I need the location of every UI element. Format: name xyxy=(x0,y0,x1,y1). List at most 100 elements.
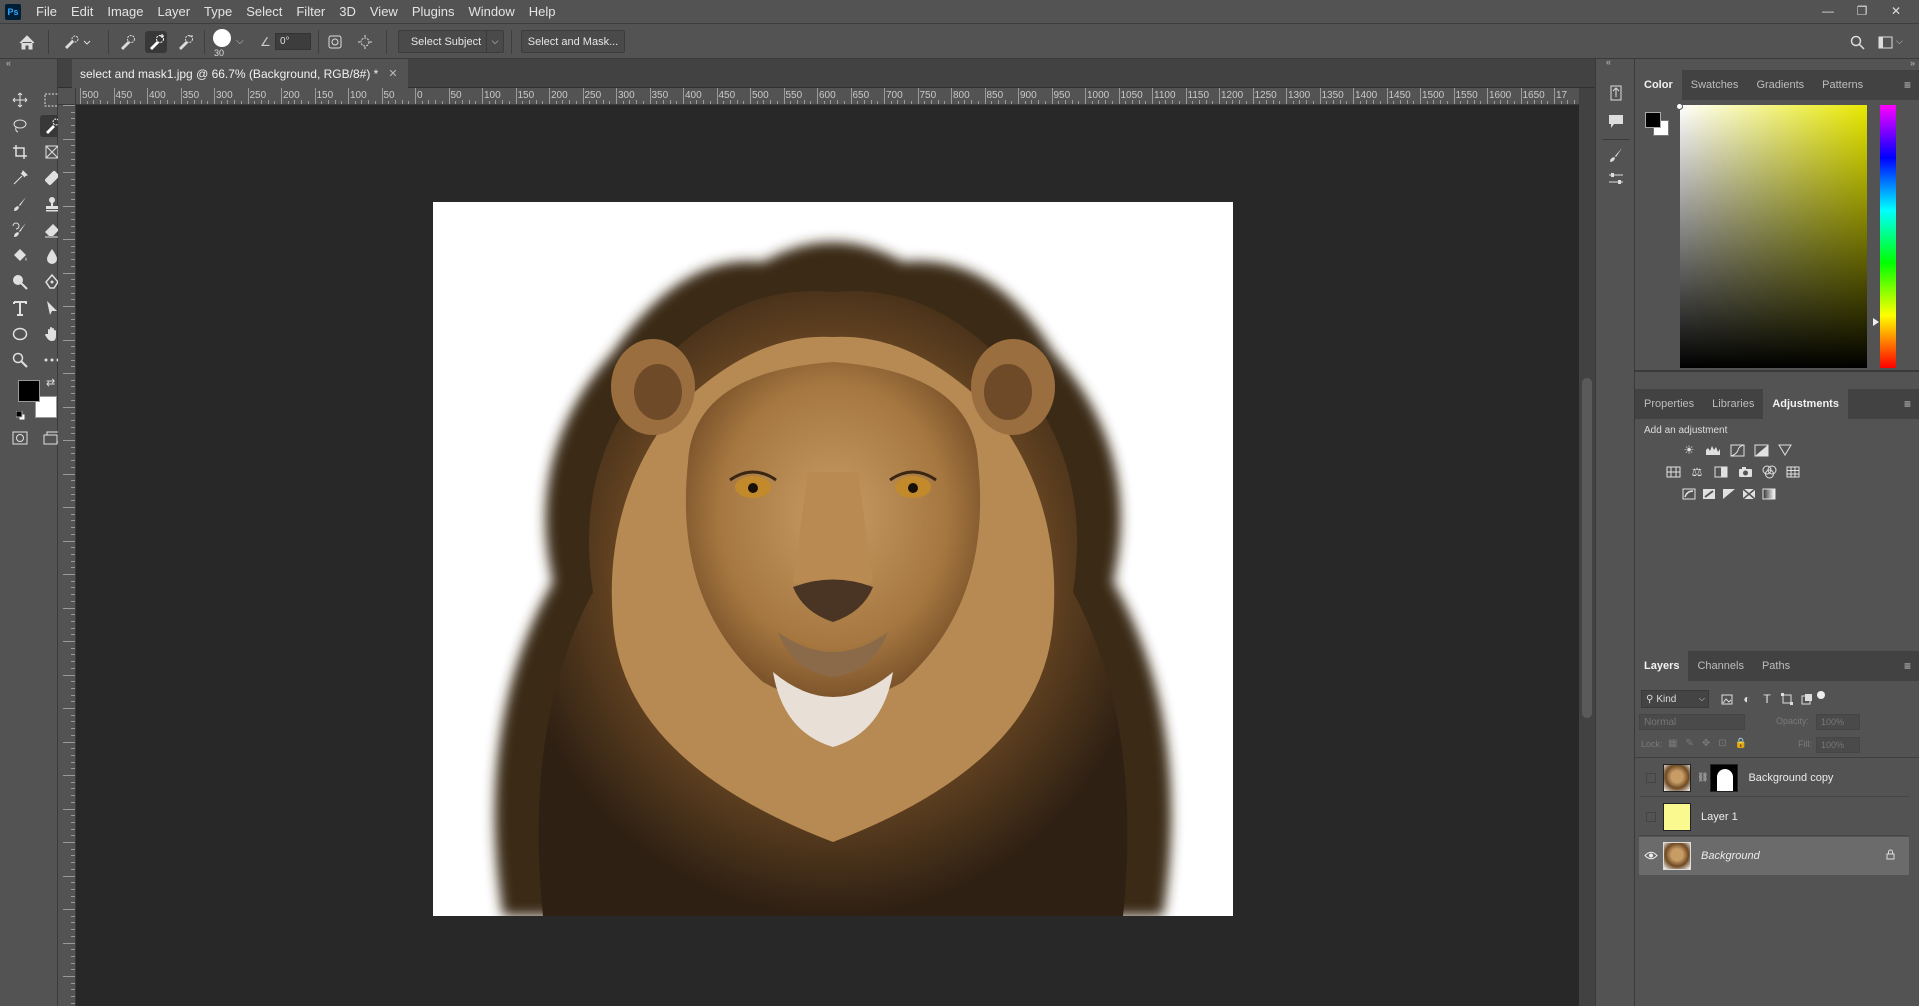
quick-mask-icon[interactable] xyxy=(8,427,32,449)
chevron-down-icon[interactable]: ⌵ xyxy=(1896,36,1903,47)
menu-select[interactable]: Select xyxy=(239,4,289,19)
close-tab-icon[interactable]: ✕ xyxy=(388,67,397,80)
layer-visibility-toggle[interactable] xyxy=(1646,811,1656,822)
filter-pixel-layers-icon[interactable] xyxy=(1718,691,1736,707)
color-picker-handle[interactable] xyxy=(1676,103,1683,110)
menu-image[interactable]: Image xyxy=(100,4,150,19)
filter-shape-layers-icon[interactable] xyxy=(1778,691,1796,707)
collapse-icon[interactable]: « xyxy=(6,58,11,68)
tab-properties[interactable]: Properties xyxy=(1635,389,1703,419)
document-tab[interactable]: select and mask1.jpg @ 66.7% (Background… xyxy=(72,59,408,88)
lock-options-icons[interactable]: ▦✎✥⊡🔒 xyxy=(1668,738,1755,749)
panel-menu-icon[interactable]: ≡ xyxy=(1904,78,1911,92)
home-icon[interactable] xyxy=(18,33,36,51)
brightness-contrast-icon[interactable]: ☀ xyxy=(1680,442,1698,458)
hue-slider[interactable] xyxy=(1880,105,1896,368)
layer-thumbnail[interactable] xyxy=(1663,763,1691,792)
tab-patterns[interactable]: Patterns xyxy=(1813,70,1872,100)
filter-toggle[interactable] xyxy=(1817,691,1825,699)
type-tool-icon[interactable] xyxy=(8,297,32,319)
brush-tool-icon[interactable] xyxy=(8,193,32,215)
brush-size-preview[interactable] xyxy=(213,29,231,47)
add-to-selection-icon[interactable] xyxy=(145,31,167,53)
vibrance-icon[interactable] xyxy=(1776,442,1794,458)
tab-channels[interactable]: Channels xyxy=(1688,651,1752,681)
tab-swatches[interactable]: Swatches xyxy=(1682,70,1748,100)
document-image-lion[interactable] xyxy=(433,202,1233,916)
tool-preset-picker[interactable] xyxy=(60,33,94,51)
menu-view[interactable]: View xyxy=(363,4,405,19)
curves-icon[interactable] xyxy=(1728,442,1746,458)
tab-gradients[interactable]: Gradients xyxy=(1747,70,1813,100)
menu-help[interactable]: Help xyxy=(522,4,563,19)
panel-menu-icon[interactable]: ≡ xyxy=(1904,659,1911,673)
menu-file[interactable]: File xyxy=(29,4,64,19)
enhance-edge-icon[interactable] xyxy=(356,33,374,51)
photo-filter-icon[interactable] xyxy=(1736,464,1754,480)
minimize-button[interactable]: — xyxy=(1811,0,1845,22)
select-subject-button[interactable]: Select Subject xyxy=(398,30,494,53)
chevron-down-icon[interactable]: ⌵ xyxy=(236,36,244,47)
default-colors-icon[interactable] xyxy=(15,408,26,421)
layer-mask-thumbnail[interactable] xyxy=(1710,763,1739,792)
tab-color[interactable]: Color xyxy=(1635,70,1682,100)
brush-settings-icon[interactable] xyxy=(1606,145,1626,165)
layer-filter-select[interactable]: ⚲ Kind ⌵ xyxy=(1641,690,1709,708)
foreground-color-swatch[interactable] xyxy=(18,380,40,402)
search-icon[interactable] xyxy=(1848,33,1866,51)
collapse-icon[interactable]: « xyxy=(1606,57,1611,67)
tab-adjustments[interactable]: Adjustments xyxy=(1763,389,1848,419)
hue-saturation-icon[interactable] xyxy=(1664,464,1682,480)
filter-type-layers-icon[interactable]: T xyxy=(1758,691,1776,707)
exposure-icon[interactable] xyxy=(1752,442,1770,458)
tab-paths[interactable]: Paths xyxy=(1753,651,1799,681)
color-foreground-swatch[interactable] xyxy=(1645,112,1661,128)
history-brush-tool-icon[interactable] xyxy=(8,219,32,241)
selective-color-icon[interactable] xyxy=(1740,486,1758,502)
filter-smart-objects-icon[interactable] xyxy=(1798,691,1816,707)
pressure-size-icon[interactable] xyxy=(326,33,344,51)
tab-layers[interactable]: Layers xyxy=(1635,651,1689,681)
angle-input[interactable]: 0° xyxy=(275,33,311,50)
color-field[interactable] xyxy=(1680,105,1867,368)
move-tool-icon[interactable] xyxy=(8,89,32,111)
zoom-tool-icon[interactable] xyxy=(8,349,32,371)
layer-thumbnail[interactable] xyxy=(1663,842,1691,870)
layer-visibility-toggle[interactable] xyxy=(1646,772,1656,783)
eyedropper-tool-icon[interactable] xyxy=(8,167,32,189)
menu-type[interactable]: Type xyxy=(197,4,239,19)
adjustment-sliders-icon[interactable] xyxy=(1606,169,1626,189)
layer-thumbnail[interactable] xyxy=(1663,802,1691,831)
threshold-icon[interactable] xyxy=(1720,486,1738,502)
tab-libraries[interactable]: Libraries xyxy=(1703,389,1763,419)
invert-icon[interactable] xyxy=(1680,486,1698,502)
crop-tool-icon[interactable] xyxy=(8,141,32,163)
lock-icon[interactable] xyxy=(1886,847,1895,865)
history-panel-icon[interactable] xyxy=(1606,83,1626,103)
color-lookup-icon[interactable] xyxy=(1784,464,1802,480)
new-selection-icon[interactable] xyxy=(118,33,136,51)
lasso-tool-icon[interactable] xyxy=(8,115,32,137)
opacity-input[interactable]: 100% xyxy=(1816,714,1860,730)
comments-panel-icon[interactable] xyxy=(1606,111,1626,131)
select-and-mask-button[interactable]: Select and Mask... xyxy=(521,30,625,53)
swap-colors-icon[interactable]: ⇄ xyxy=(46,376,55,389)
menu-window[interactable]: Window xyxy=(461,4,521,19)
blend-mode-select[interactable]: Normal xyxy=(1639,714,1745,730)
menu-filter[interactable]: Filter xyxy=(289,4,332,19)
menu-edit[interactable]: Edit xyxy=(64,4,100,19)
hue-slider-handle[interactable] xyxy=(1873,318,1879,326)
close-window-button[interactable]: ✕ xyxy=(1879,0,1913,22)
dodge-tool-icon[interactable] xyxy=(8,271,32,293)
scrollbar-thumb[interactable] xyxy=(1582,378,1592,718)
layer-row-background-copy[interactable]: ⛓ Background copy xyxy=(1639,759,1909,797)
panel-menu-icon[interactable]: ≡ xyxy=(1904,397,1911,411)
restore-button[interactable]: ❐ xyxy=(1845,0,1879,22)
black-white-icon[interactable] xyxy=(1712,464,1730,480)
paint-bucket-tool-icon[interactable] xyxy=(8,245,32,267)
color-balance-icon[interactable]: ⚖ xyxy=(1688,464,1706,480)
link-icon[interactable]: ⛓ xyxy=(1697,772,1708,783)
menu-3d[interactable]: 3D xyxy=(332,4,363,19)
layer-row-layer-1[interactable]: Layer 1 xyxy=(1639,798,1909,836)
channel-mixer-icon[interactable] xyxy=(1760,464,1778,480)
